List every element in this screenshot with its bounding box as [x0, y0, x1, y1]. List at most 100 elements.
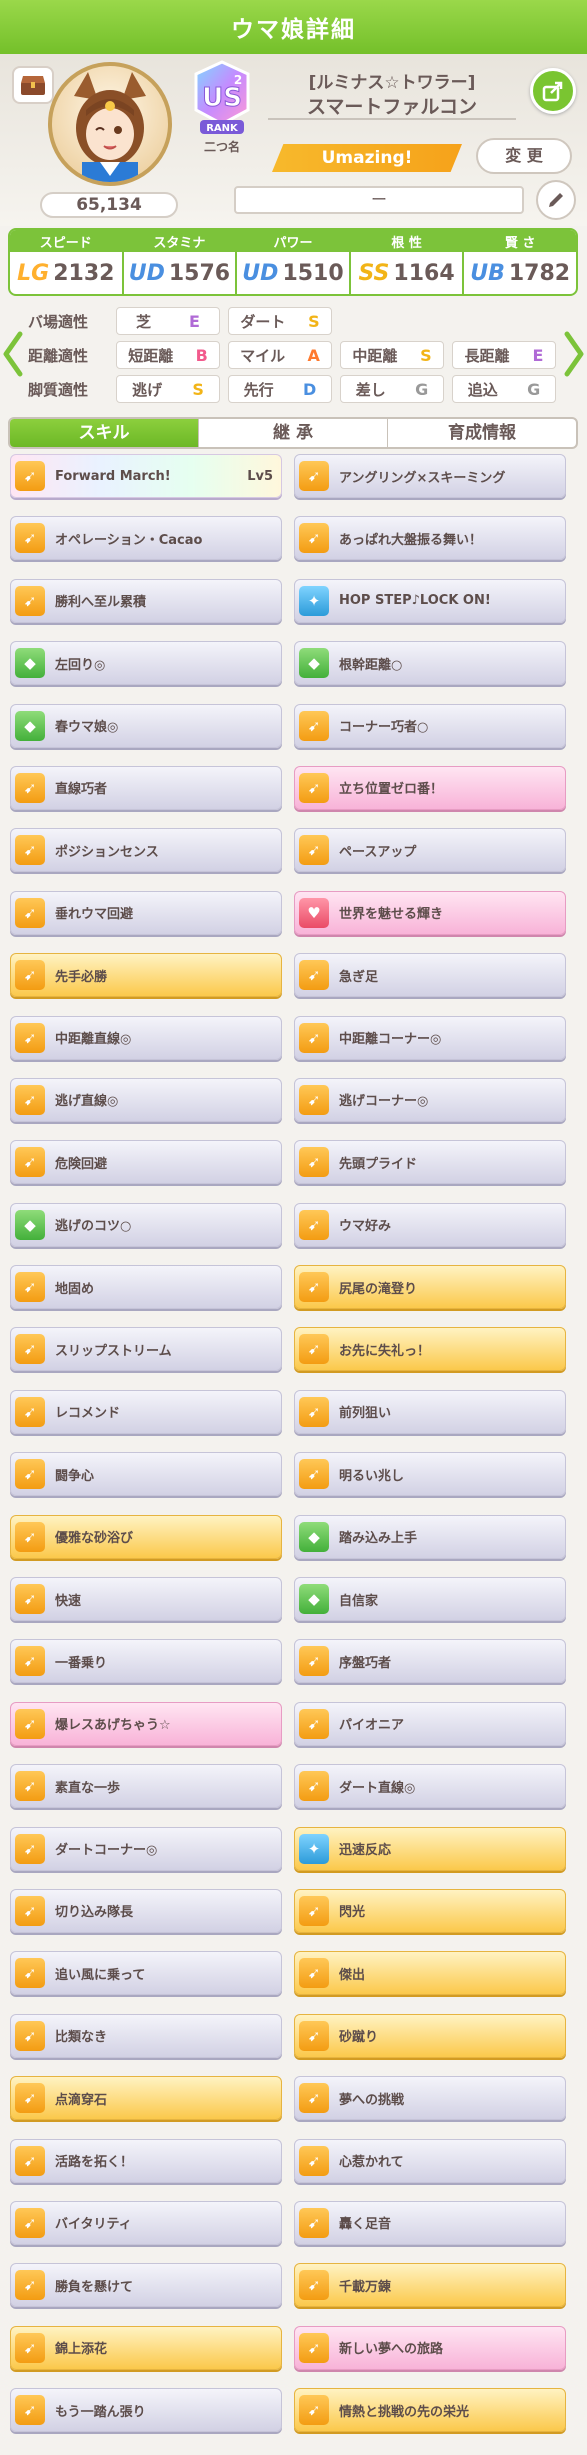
skill-item[interactable]: ➹ 情熱と挑戦の先の栄光	[294, 2388, 566, 2433]
skill-item[interactable]: ✦ HOP STEP♪LOCK ON!	[294, 578, 566, 623]
skill-item[interactable]: ➹ Forward March! Lv5	[10, 454, 282, 498]
rank-badge[interactable]: US 2 RANK	[192, 60, 252, 138]
skill-item[interactable]: ➹ 直線巧者	[10, 765, 282, 810]
skill-item[interactable]: ➹ 勝負を懸けて	[10, 2263, 282, 2308]
skill-item[interactable]: ➹ もう一踏ん張り	[10, 2388, 282, 2433]
skill-item[interactable]: ➹ 心惹かれて	[294, 2138, 566, 2183]
skill-item[interactable]: ➹ ウマ好み	[294, 1202, 566, 1247]
skill-item[interactable]: ✦ 迅速反応	[294, 1826, 566, 1871]
skill-item[interactable]: ➹ レコメンド	[10, 1389, 282, 1434]
prev-arrow-icon[interactable]	[2, 330, 24, 378]
skill-icon: ➹	[299, 1459, 329, 1490]
character-avatar[interactable]	[48, 62, 172, 186]
skill-item[interactable]: ➹ 素直な一歩	[10, 1764, 282, 1809]
next-arrow-icon[interactable]	[563, 330, 585, 378]
stat-cell: 根 性 SS 1164	[350, 230, 465, 294]
skill-item[interactable]: ➹ 序盤巧者	[294, 1639, 566, 1684]
skill-item[interactable]: ◆ 踏み込み上手	[294, 1514, 566, 1559]
skill-icon: ➹	[299, 2083, 329, 2114]
skill-item[interactable]: ➹ 逃げ直線◎	[10, 1077, 282, 1122]
skill-icon: ➹	[15, 2270, 45, 2301]
skill-item[interactable]: ◆ 自信家	[294, 1577, 566, 1622]
skill-item[interactable]: ➹ 尻尾の滝登り	[294, 1265, 566, 1310]
skill-name: 活路を拓く！	[55, 2155, 134, 2171]
stat-cell: スピード LG 2132	[10, 230, 124, 294]
skill-item[interactable]: ➹ ポジションセンス	[10, 828, 282, 873]
skill-item[interactable]: ◆ 春ウマ娘◎	[10, 703, 282, 748]
skill-icon: ➹	[299, 1771, 329, 1802]
skill-name: バイタリティ	[55, 2217, 132, 2233]
skill-item[interactable]: ➹ アングリング×スキーミング	[294, 454, 566, 498]
skill-item[interactable]: ➹ 砂蹴り	[294, 2013, 566, 2058]
skill-item[interactable]: ➹ お先に失礼っ！	[294, 1327, 566, 1372]
skill-item[interactable]: ➹ あっぱれ大盤振る舞い！	[294, 516, 566, 561]
skill-item[interactable]: ➹ 急ぎ足	[294, 953, 566, 998]
skill-item[interactable]: ➹ 闘争心	[10, 1452, 282, 1497]
skill-item[interactable]: ➹ 地固め	[10, 1265, 282, 1310]
item-box-button[interactable]	[12, 66, 54, 104]
skill-item[interactable]: ➹ パイオニア	[294, 1701, 566, 1746]
skill-item[interactable]: ➹ 千載万錬	[294, 2263, 566, 2308]
skill-name: 根幹距離○	[339, 657, 403, 673]
skill-item[interactable]: ◆ 根幹距離○	[294, 641, 566, 686]
skill-item[interactable]: ➹ 中距離直線◎	[10, 1015, 282, 1060]
skill-item[interactable]: ➹ オペレーション・Cacao	[10, 516, 282, 561]
skill-item[interactable]: ➹ 勝利へ至ル累積	[10, 578, 282, 623]
skill-item[interactable]: ➹ 錦上添花	[10, 2325, 282, 2370]
skill-item[interactable]: ◆ 逃げのコツ○	[10, 1202, 282, 1247]
skill-item[interactable]: ➹ 追い風に乗って	[10, 1951, 282, 1996]
edit-memo-button[interactable]	[536, 180, 576, 220]
skill-item[interactable]: ♥ 世界を魅せる輝き	[294, 890, 566, 935]
skill-name: 轟く足音	[339, 2217, 392, 2233]
change-button[interactable]: 変 更	[476, 138, 572, 174]
skill-item[interactable]: ➹ ダートコーナー◎	[10, 1826, 282, 1871]
skill-item[interactable]: ➹ ダート直線◎	[294, 1764, 566, 1809]
skill-item[interactable]: ➹ ペースアップ	[294, 828, 566, 873]
skill-name: 先手必勝	[55, 969, 108, 985]
aptitude-item: 先行 D	[228, 375, 332, 403]
skill-item[interactable]: ➹ 危険回避	[10, 1140, 282, 1185]
skill-item[interactable]: ➹ 点滴穿石	[10, 2076, 282, 2121]
skill-icon: ➹	[299, 2145, 329, 2176]
skill-name: 垂れウマ回避	[55, 907, 134, 923]
skill-item[interactable]: ➹ 一番乗り	[10, 1639, 282, 1684]
skill-item[interactable]: ➹ 比類なき	[10, 2013, 282, 2058]
skill-item[interactable]: ➹ 前列狙い	[294, 1389, 566, 1434]
aptitude-name: 先行	[243, 380, 274, 399]
skill-name: 左回り◎	[55, 657, 106, 673]
skill-icon: ➹	[15, 523, 45, 554]
skill-icon: ➹	[299, 1272, 329, 1303]
skill-item[interactable]: ➹ 夢への挑戦	[294, 2076, 566, 2121]
skill-item[interactable]: ➹ 垂れウマ回避	[10, 890, 282, 935]
skill-item[interactable]: ➹ 新しい夢への旅路	[294, 2325, 566, 2370]
skill-item[interactable]: ➹ 優雅な砂浴び	[10, 1514, 282, 1559]
skill-item[interactable]: ➹ コーナー巧者○	[294, 703, 566, 748]
skill-item[interactable]: ➹ 切り込み隊長	[10, 1888, 282, 1933]
skill-item[interactable]: ➹ 先手必勝	[10, 953, 282, 998]
skill-item[interactable]: ➹ 先頭プライド	[294, 1140, 566, 1185]
stat-cell: パワー UD 1510	[237, 230, 351, 294]
skill-item[interactable]: ➹ 明るい兆し	[294, 1452, 566, 1497]
share-button[interactable]	[530, 68, 576, 114]
skill-item[interactable]: ➹ スリップストリーム	[10, 1327, 282, 1372]
skill-item[interactable]: ➹ 逃げコーナー◎	[294, 1077, 566, 1122]
skill-icon: ➹	[299, 1708, 329, 1739]
tab-inheritance[interactable]: 継 承	[199, 419, 388, 447]
skill-icon: ➹	[15, 1708, 45, 1739]
skill-item[interactable]: ➹ 轟く足音	[294, 2200, 566, 2245]
skill-item[interactable]: ➹ 活路を拓く！	[10, 2138, 282, 2183]
skill-icon: ➹	[299, 2020, 329, 2051]
skill-item[interactable]: ➹ 快速	[10, 1577, 282, 1622]
skill-item[interactable]: ◆ 左回り◎	[10, 641, 282, 686]
skill-item[interactable]: ➹ 爆レスあげちゃう☆	[10, 1701, 282, 1746]
svg-text:US: US	[202, 83, 242, 113]
skill-icon: ➹	[299, 461, 329, 491]
stat-header: 賢 さ	[464, 230, 576, 252]
skill-item[interactable]: ➹ バイタリティ	[10, 2200, 282, 2245]
skill-item[interactable]: ➹ 立ち位置ゼロ番！	[294, 765, 566, 810]
tab-training-info[interactable]: 育成情報	[388, 419, 576, 447]
skill-item[interactable]: ➹ 傑出	[294, 1951, 566, 1996]
tab-skills[interactable]: スキル	[10, 419, 199, 447]
skill-item[interactable]: ➹ 閃光	[294, 1888, 566, 1933]
skill-item[interactable]: ➹ 中距離コーナー◎	[294, 1015, 566, 1060]
